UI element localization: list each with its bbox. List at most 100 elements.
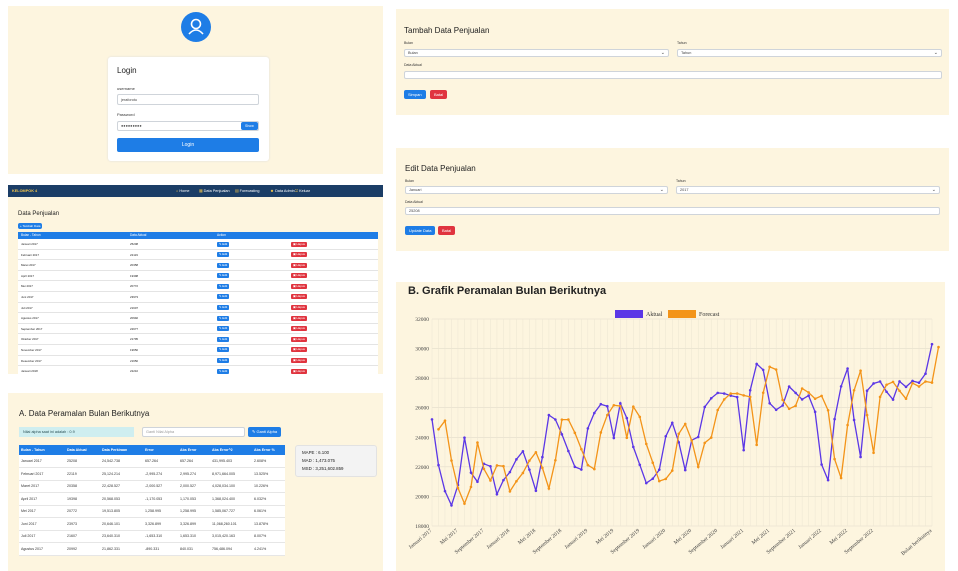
data-point [547, 487, 551, 490]
show-password-button[interactable]: Show [241, 122, 258, 130]
y-tick-label: 32000 [415, 317, 429, 323]
row-edit-button[interactable]: ✎ Edit [217, 273, 230, 279]
table-row: September 2017 22677 ✎ Edit ▣ Hapus [18, 323, 378, 335]
data-point [768, 365, 771, 369]
password-label: Password [117, 112, 135, 117]
table-row: Juni 2017 23973 ✎ Edit ▣ Hapus [18, 291, 378, 303]
nav-data-admin[interactable]: ☻ Data Admin [270, 185, 295, 197]
data-point [800, 398, 804, 401]
row-delete-button[interactable]: ▣ Hapus [291, 358, 307, 364]
data-point [898, 389, 901, 393]
nav-forecasting[interactable]: ▤ Forecasting [235, 185, 260, 197]
data-point [508, 490, 512, 493]
navbar: KELOMPOK 4 ⌂ Home ▦ Data Penjualan ▤ For… [8, 185, 383, 197]
row-edit-button[interactable]: ✎ Edit [217, 262, 230, 268]
edit-aktual-input[interactable]: 25208 [405, 207, 940, 215]
data-point [631, 445, 635, 449]
table-cell: 22,428.527 [102, 484, 120, 489]
chevron-down-icon: ⌄ [659, 187, 664, 193]
row-delete-button[interactable]: ▣ Hapus [291, 336, 307, 342]
data-point [755, 443, 758, 447]
row-edit-button[interactable]: ✎ Edit [217, 326, 230, 332]
simpan-button[interactable]: Simpan [404, 90, 426, 99]
row-delete-button[interactable]: ▣ Hapus [291, 262, 307, 268]
row-delete-button[interactable]: ▣ Hapus [291, 368, 307, 374]
data-point [469, 471, 473, 474]
nav-data-penjualan[interactable]: ▦ Data Penjualan [199, 185, 230, 197]
row-delete-button[interactable]: ▣ Hapus [291, 283, 307, 289]
data-point [885, 383, 888, 387]
data-point [580, 447, 583, 451]
data-point [476, 480, 479, 484]
table-cell: 4.241% [254, 546, 267, 551]
table-cell: -2,995.274 [145, 471, 163, 476]
navbar-brand[interactable]: KELOMPOK 4 [12, 185, 37, 197]
row-delete-button[interactable]: ▣ Hapus [291, 273, 307, 279]
data-point [593, 411, 596, 415]
row-edit-button[interactable]: ✎ Edit [217, 294, 230, 300]
tambah-tahun-select[interactable]: Tahun ⌄ [677, 49, 942, 57]
table-cell: 13.525% [254, 471, 269, 476]
tambah-aktual-input[interactable] [404, 71, 942, 79]
row-edit-button[interactable]: ✎ Edit [217, 315, 230, 321]
row-edit-button[interactable]: ✎ Edit [217, 347, 230, 353]
data-point [826, 408, 830, 412]
data-point [917, 381, 921, 385]
row-delete-button[interactable]: ▣ Hapus [291, 326, 307, 332]
data-point [670, 421, 674, 425]
data-point [612, 436, 616, 440]
x-tick-label: Januari 2019 [564, 528, 590, 551]
edit-bulan-label: Bulan [405, 179, 414, 183]
edit-tahun-select[interactable]: 2017 ⌄ [676, 186, 940, 194]
data-point [716, 391, 720, 395]
aktual-cell: 20992 [130, 316, 139, 321]
batal-button[interactable]: Batal [430, 90, 448, 99]
row-edit-button[interactable]: ✎ Edit [217, 241, 230, 247]
edit-batal-button[interactable]: Batal [438, 226, 456, 235]
data-point [690, 439, 694, 442]
row-edit-button[interactable]: ✎ Edit [217, 252, 230, 258]
bulan-cell: September 2017 [21, 326, 43, 331]
row-edit-button[interactable]: ✎ Edit [217, 283, 230, 289]
nav-home[interactable]: ⌂ Home [176, 185, 190, 197]
row-delete-button[interactable]: ▣ Hapus [291, 241, 307, 247]
row-edit-button[interactable]: ✎ Edit [217, 368, 230, 374]
update-button[interactable]: Update Data [405, 226, 436, 235]
row-delete-button[interactable]: ▣ Hapus [291, 294, 307, 300]
ganti-alpha-button[interactable]: ✎ Ganti Alpha [248, 427, 282, 437]
row-edit-button[interactable]: ✎ Edit [217, 336, 230, 342]
row-delete-button[interactable]: ▣ Hapus [291, 305, 307, 311]
row-edit-button[interactable]: ✎ Edit [217, 358, 230, 364]
alpha-input[interactable]: Ganti Nilai Alpha [142, 427, 245, 437]
row-delete-button[interactable]: ▣ Hapus [291, 252, 307, 258]
column-header: Abs Error^2 [212, 448, 233, 452]
table-cell: 20772 [67, 509, 77, 514]
edit-bulan-select[interactable]: Januari ⌄ [405, 186, 668, 194]
data-point [560, 433, 564, 436]
data-point [865, 413, 869, 417]
row-edit-button[interactable]: ✎ Edit [217, 305, 230, 311]
data-point [839, 476, 843, 480]
data-point [748, 395, 752, 399]
penjualan-title: Data Penjualan [18, 211, 60, 217]
bulan-cell: Juni 2017 [21, 294, 34, 299]
tambah-bulan-select[interactable]: Bulan ⌄ [404, 49, 669, 57]
data-point [521, 471, 525, 475]
login-button[interactable]: Login [117, 138, 259, 152]
grafik-panel: B. Grafik Peramalan Bulan Berikutnya 180… [396, 282, 945, 571]
nav-keluar[interactable]: ⎋ Keluar [295, 185, 310, 197]
data-point [560, 418, 564, 421]
data-point [534, 450, 538, 454]
row-delete-button[interactable]: ▣ Hapus [291, 347, 307, 353]
tambah-data-button[interactable]: + Tambah Data [18, 223, 43, 229]
data-point [657, 479, 661, 483]
row-delete-button[interactable]: ▣ Hapus [291, 315, 307, 321]
data-point [813, 410, 817, 414]
data-point [573, 431, 577, 435]
username-input[interactable]: jeraforotu [117, 94, 259, 105]
data-point [502, 478, 505, 482]
aktual-cell: 22119 [130, 252, 138, 257]
forecast-chart: 1800020000220002400026000280003000032000… [408, 310, 940, 557]
password-input[interactable]: ●●●●●●●●● [117, 121, 259, 131]
table-cell: Februari 2017 [21, 471, 44, 476]
